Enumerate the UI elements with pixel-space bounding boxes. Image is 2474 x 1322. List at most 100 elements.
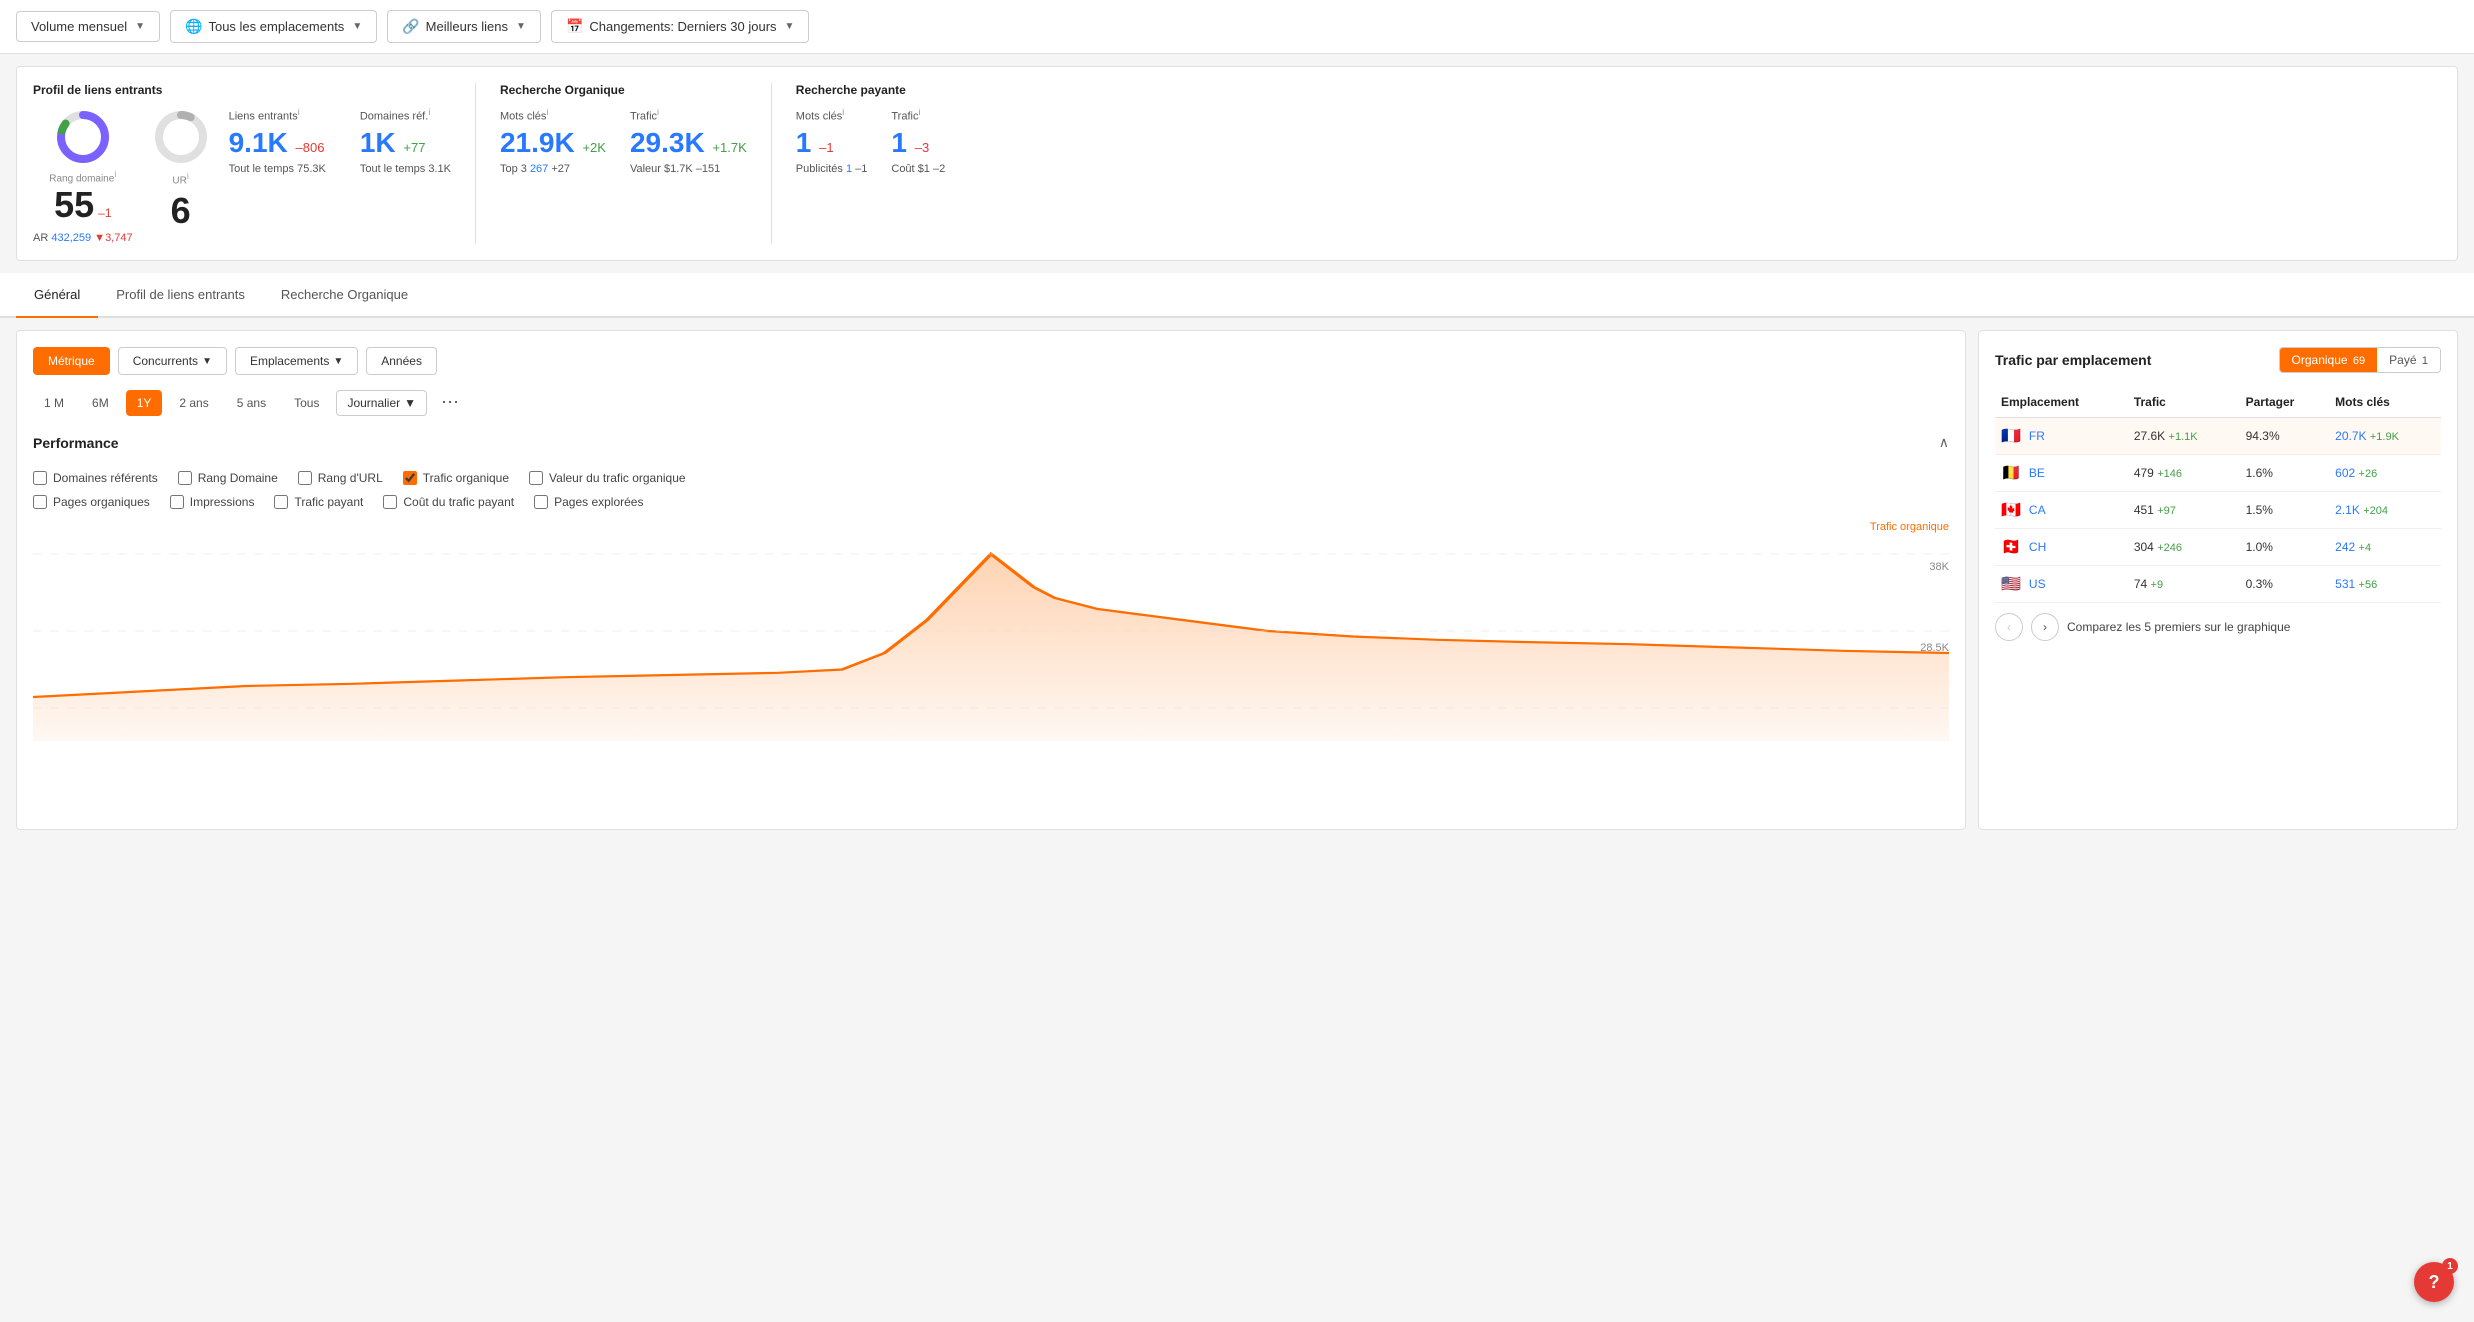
country-code-3[interactable]: CH [2029,540,2046,554]
mots-cles-link-2[interactable]: 2.1K [2335,503,2360,517]
checkbox-pages-explorees-input[interactable] [534,495,548,509]
meilleurs-liens-button[interactable]: 🔗 Meilleurs liens ▼ [387,10,541,43]
trafic-change-3: +246 [2157,542,2182,554]
period-1m-button[interactable]: 1 M [33,390,75,416]
tab-recherche-organique[interactable]: Recherche Organique [263,273,426,318]
country-code-2[interactable]: CA [2029,503,2046,517]
checkbox-cout-trafic-input[interactable] [383,495,397,509]
organic-mots-cles-value: 21.9K +2K [500,127,606,159]
table-row: 🇨🇦 CA 451 +97 1.5% 2.1K +204 [1995,492,2441,529]
more-options-button[interactable]: ⋯ [433,387,468,418]
changements-button[interactable]: 📅 Changements: Derniers 30 jours ▼ [551,10,810,43]
checkbox-pages-organiques-input[interactable] [33,495,47,509]
table-row: 🇫🇷 FR 27.6K +1.1K 94.3% 20.7K +1.9K [1995,418,2441,455]
paid-cols: Mots clési 1 –1 Publicités 1 –1 Trafici … [796,107,1008,175]
country-cell-4: 🇺🇸 US [1995,566,2128,603]
checkbox-valeur-trafic[interactable]: Valeur du trafic organique [529,471,686,485]
mots-cles-link-3[interactable]: 242 [2335,540,2355,554]
flag-0: 🇫🇷 [2001,426,2021,446]
col-mots-cles: Mots clés [2329,387,2441,418]
checkbox-valeur-trafic-input[interactable] [529,471,543,485]
period-1y-button[interactable]: 1Y [126,390,163,416]
checkbox-cout-trafic[interactable]: Coût du trafic payant [383,495,514,509]
country-code-0[interactable]: FR [2029,429,2045,443]
right-panel-header: Trafic par emplacement Organique 69 Payé… [1995,347,2441,373]
trafic-value-4: 74 [2134,577,2147,591]
liens-entrants-value: 9.1K –806 [229,127,326,159]
checkbox-rang-domaine[interactable]: Rang Domaine [178,471,278,485]
checkbox-pages-organiques[interactable]: Pages organiques [33,495,150,509]
checkbox-row-2: Pages organiques Impressions Trafic paya… [33,495,1949,509]
ar-value-link[interactable]: 432,259 [51,232,91,244]
collapse-button[interactable]: ∧ [1939,434,1949,451]
annees-button[interactable]: Années [366,347,437,375]
changements-label: Changements: Derniers 30 jours [589,19,776,34]
flag-4: 🇺🇸 [2001,574,2021,594]
trafic-change-4: +9 [2151,579,2164,591]
mots-cles-link-1[interactable]: 602 [2335,466,2355,480]
checkbox-rang-url[interactable]: Rang d'URL [298,471,383,485]
checkbox-trafic-organique[interactable]: Trafic organique [403,471,509,485]
checkbox-domaines-referents-input[interactable] [33,471,47,485]
country-code-4[interactable]: US [2029,577,2046,591]
tous-emplacements-button[interactable]: 🌐 Tous les emplacements ▼ [170,10,377,43]
mots-cles-cell-1: 602 +26 [2329,455,2441,492]
volume-mensuel-button[interactable]: Volume mensuel ▼ [16,11,160,42]
organic-tab-button[interactable]: Organique 69 [2280,348,2378,372]
prev-arrow[interactable]: ‹ [1995,613,2023,641]
partager-cell-2: 1.5% [2240,492,2330,529]
tous-emplacements-label: Tous les emplacements [208,19,344,34]
concurrents-label: Concurrents [133,354,198,368]
trafic-cell-3: 304 +246 [2128,529,2240,566]
ur-donut-svg [151,107,211,167]
checkbox-trafic-payant-input[interactable] [274,495,288,509]
emplacements-button[interactable]: Emplacements ▼ [235,347,358,375]
metrique-button[interactable]: Métrique [33,347,110,375]
footer-text: Comparez les 5 premiers sur le graphique [2067,620,2290,634]
annees-label: Années [381,354,422,368]
ar-line: AR 432,259 ▼3,747 [33,232,133,244]
checkbox-pages-explorees[interactable]: Pages explorées [534,495,643,509]
checkbox-trafic-organique-input[interactable] [403,471,417,485]
concurrents-button[interactable]: Concurrents ▼ [118,347,227,375]
checkbox-rang-domaine-input[interactable] [178,471,192,485]
period-6m-button[interactable]: 6M [81,390,120,416]
pub-sub: Publicités 1 –1 [796,163,868,175]
chevron-down-icon-granularity: ▼ [404,396,416,410]
backlinks-inner: Rang domainei 55 –1 AR 432,259 ▼3,747 [33,107,451,244]
chart-controls-row2: 1 M 6M 1Y 2 ans 5 ans Tous Journalier ▼ … [33,387,1949,418]
domaines-ref-label: Domaines réf.i [360,107,451,123]
tab-profil-liens[interactable]: Profil de liens entrants [98,273,263,318]
cout-sub: Coût $1 –2 [891,163,945,175]
mots-cles-link-4[interactable]: 531 [2335,577,2355,591]
performance-header: Performance ∧ [33,434,1949,459]
next-arrow[interactable]: › [2031,613,2059,641]
paid-tab-button[interactable]: Payé 1 [2377,348,2440,372]
period-2ans-button[interactable]: 2 ans [168,390,219,416]
checkbox-trafic-payant[interactable]: Trafic payant [274,495,363,509]
help-button[interactable]: ? 1 [2414,1262,2454,1302]
organic-title: Recherche Organique [500,83,747,97]
checkbox-impressions-input[interactable] [170,495,184,509]
metrique-label: Métrique [48,354,95,368]
mots-cles-link-0[interactable]: 20.7K [2335,429,2366,443]
flag-1: 🇧🇪 [2001,463,2021,483]
checkbox-domaines-referents[interactable]: Domaines référents [33,471,158,485]
checkbox-impressions[interactable]: Impressions [170,495,255,509]
liens-entrants-change: –806 [296,140,325,155]
period-tous-button[interactable]: Tous [283,390,330,416]
country-code-1[interactable]: BE [2029,466,2045,480]
mots-cles-cell-3: 242 +4 [2329,529,2441,566]
period-5ans-button[interactable]: 5 ans [226,390,277,416]
tab-general[interactable]: Général [16,273,98,318]
trafic-cell-1: 479 +146 [2128,455,2240,492]
checkbox-row-1: Domaines référents Rang Domaine Rang d'U… [33,471,1949,485]
checkbox-rang-url-input[interactable] [298,471,312,485]
flag-2: 🇨🇦 [2001,500,2021,520]
granularity-select[interactable]: Journalier ▼ [336,390,427,416]
flag-3: 🇨🇭 [2001,537,2021,557]
globe-icon: 🌐 [185,18,202,35]
partager-cell-1: 1.6% [2240,455,2330,492]
mots-cles-change-3: +4 [2359,542,2372,554]
mots-cles-change-4: +56 [2359,579,2378,591]
